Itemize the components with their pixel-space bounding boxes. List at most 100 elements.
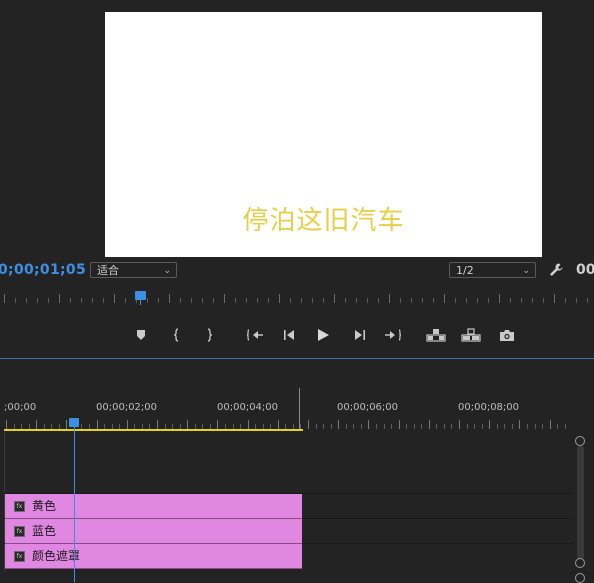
ruler-tick xyxy=(157,420,158,429)
export-frame-button[interactable] xyxy=(496,325,518,345)
program-monitor: 停泊这旧汽车 0;00;01;05 适合 ⌄ 1/2 ⌄ 00: xyxy=(0,0,594,318)
go-to-out-button[interactable] xyxy=(382,325,404,345)
fx-badge-icon: fx xyxy=(14,551,25,562)
scrollbar-bottom-handle[interactable] xyxy=(575,558,585,568)
ruler-tick xyxy=(376,424,377,429)
ruler-tick xyxy=(66,420,67,429)
ruler-tick xyxy=(399,420,400,429)
ruler-tick xyxy=(488,298,489,303)
ruler-tick xyxy=(466,298,467,303)
lift-button[interactable] xyxy=(425,325,447,345)
ruler-tick xyxy=(346,424,347,429)
ruler-tick xyxy=(504,424,505,429)
zoom-fit-dropdown[interactable]: 适合 ⌄ xyxy=(90,262,177,278)
ruler-tick xyxy=(224,294,225,303)
clip-name: 黄色 xyxy=(32,499,57,513)
step-forward-icon xyxy=(355,330,365,340)
zoom-fit-value: 适合 xyxy=(97,264,119,277)
clip-name: 颜色遮罩 xyxy=(32,549,81,563)
ruler-tick xyxy=(345,298,346,303)
ruler-tick xyxy=(331,424,332,429)
ruler-tick xyxy=(499,294,500,303)
ruler-tick xyxy=(554,294,555,303)
ruler-tick xyxy=(512,424,513,429)
ruler-tick xyxy=(467,424,468,429)
ruler-tick xyxy=(338,420,339,429)
ruler-tick xyxy=(279,294,280,303)
add-marker-button[interactable] xyxy=(130,325,152,345)
ruler-tick xyxy=(455,298,456,303)
ruler-tick xyxy=(353,424,354,429)
work-area-bar[interactable] xyxy=(4,429,303,431)
ruler-label: ;00;00 xyxy=(4,402,37,413)
ruler-tick xyxy=(489,420,490,429)
ruler-tick xyxy=(477,298,478,303)
wrench-icon[interactable] xyxy=(548,262,564,278)
playback-resolution-dropdown[interactable]: 1/2 ⌄ xyxy=(449,262,536,278)
ruler-tick xyxy=(356,298,357,303)
monitor-playhead-handle[interactable] xyxy=(135,291,146,300)
ruler-tick xyxy=(191,298,192,303)
ruler-tick xyxy=(367,298,368,303)
scrollbar-top-handle[interactable] xyxy=(575,436,585,446)
ruler-label: 00;00;08;00 xyxy=(458,402,520,413)
clip-yellow[interactable]: fx 黄色 xyxy=(5,494,302,519)
ruler-tick xyxy=(127,420,128,429)
ruler-tick xyxy=(312,298,313,303)
monitor-time-ruler[interactable] xyxy=(0,288,594,306)
play-button[interactable] xyxy=(312,325,334,345)
ruler-tick xyxy=(158,298,159,303)
clip-name: 蓝色 xyxy=(32,524,57,538)
ruler-tick xyxy=(527,424,528,429)
clip-color-matte[interactable]: fx 颜色遮罩 xyxy=(5,544,302,569)
vertical-scrollbar[interactable] xyxy=(577,446,584,560)
program-canvas: 停泊这旧汽车 xyxy=(105,12,542,257)
chevron-down-icon: ⌄ xyxy=(522,266,530,276)
ruler-tick xyxy=(316,424,317,429)
ruler-tick xyxy=(81,298,82,303)
ruler-tick xyxy=(70,298,71,303)
ruler-tick xyxy=(411,298,412,303)
timeline-playhead-handle[interactable] xyxy=(69,418,79,427)
go-to-in-button[interactable] xyxy=(244,325,266,345)
chevron-down-icon: ⌄ xyxy=(163,266,171,276)
ruler-tick xyxy=(550,420,551,429)
playback-resolution-value: 1/2 xyxy=(456,264,474,277)
ruler-tick xyxy=(384,424,385,429)
mark-in-button[interactable] xyxy=(166,325,188,345)
ruler-tick xyxy=(301,298,302,303)
ruler-tick xyxy=(587,298,588,303)
ruler-tick xyxy=(421,424,422,429)
mark-out-button[interactable] xyxy=(198,325,220,345)
ruler-tick xyxy=(543,298,544,303)
mark-out-icon xyxy=(207,328,213,342)
playhead-timecode[interactable]: 0;00;01;05 xyxy=(0,262,86,278)
ruler-tick xyxy=(361,424,362,429)
extract-button[interactable] xyxy=(460,325,482,345)
step-back-button[interactable] xyxy=(278,325,300,345)
ruler-tick xyxy=(422,298,423,303)
ruler-tick xyxy=(257,298,258,303)
lift-icon xyxy=(426,329,446,342)
ruler-tick xyxy=(451,424,452,429)
ruler-tick xyxy=(576,298,577,303)
ruler-tick xyxy=(114,294,115,303)
go-to-out-icon xyxy=(385,329,402,341)
ruler-tick xyxy=(565,424,566,429)
go-to-in-icon xyxy=(246,329,263,341)
ruler-tick xyxy=(406,424,407,429)
ruler-tick xyxy=(497,424,498,429)
ruler-tick xyxy=(459,420,460,429)
ruler-tick xyxy=(217,420,218,429)
ruler-tick xyxy=(378,298,379,303)
ruler-tick xyxy=(37,298,38,303)
ruler-tick xyxy=(334,294,335,303)
ruler-tick xyxy=(248,420,249,429)
step-forward-button[interactable] xyxy=(349,325,371,345)
duration-timecode: 00: xyxy=(576,262,594,278)
ruler-tick xyxy=(444,294,445,303)
ruler-tick xyxy=(59,294,60,303)
ruler-tick xyxy=(532,298,533,303)
clip-blue[interactable]: fx 蓝色 xyxy=(5,519,302,544)
ruler-tick xyxy=(169,294,170,303)
